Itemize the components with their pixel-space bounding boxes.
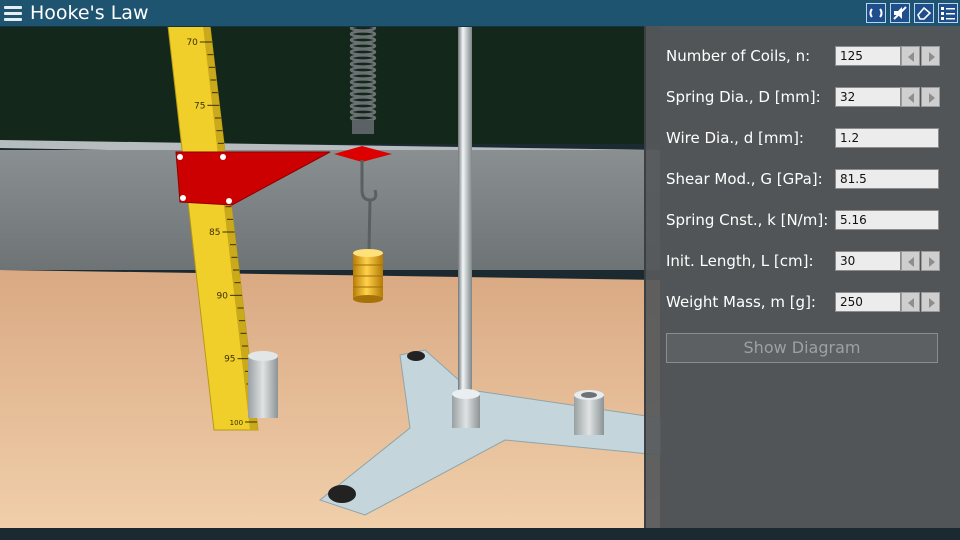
field-label: Number of Coils, n:	[666, 47, 811, 65]
show-diagram-button[interactable]: Show Diagram	[666, 333, 938, 363]
increment-button[interactable]	[921, 292, 940, 312]
table-top	[0, 270, 660, 528]
arrow-right-icon	[929, 52, 935, 62]
weight-mass-stepper	[901, 292, 940, 312]
arrow-left-icon	[908, 52, 914, 62]
field-row-initial-length: Init. Length, L [cm]:	[666, 250, 956, 272]
increment-button[interactable]	[921, 251, 940, 271]
arrow-right-icon	[929, 298, 935, 308]
number-of-coils-input[interactable]	[835, 46, 901, 66]
field-label: Spring Cnst., k [N/m]:	[666, 211, 829, 229]
ruler-tick-label: 70	[186, 38, 198, 48]
stand-collar	[452, 394, 480, 428]
wire-diameter-input[interactable]	[835, 128, 939, 148]
ruler-tick-label: 95	[224, 355, 235, 365]
increment-button[interactable]	[921, 87, 940, 107]
field-label: Shear Mod., G [GPa]:	[666, 170, 823, 188]
arrow-right-icon	[929, 93, 935, 103]
parameter-panel: Number of Coils, n: Spring Dia., D [mm]:…	[644, 26, 960, 528]
field-row-spring-constant: Spring Cnst., k [N/m]:	[666, 209, 956, 231]
hanging-weight[interactable]	[353, 249, 383, 303]
support-cylinder	[248, 356, 278, 418]
number-of-coils-stepper	[901, 46, 940, 66]
initial-length-input[interactable]	[835, 251, 901, 271]
ruler-tick-label: 90	[217, 291, 229, 301]
shear-modulus-input[interactable]	[835, 169, 939, 189]
decrement-button[interactable]	[901, 87, 920, 107]
field-row-wire-diameter: Wire Dia., d [mm]:	[666, 127, 956, 149]
refresh-icon[interactable]	[866, 3, 886, 23]
ruler-tick-label: 75	[194, 101, 205, 111]
chalkboard	[0, 26, 660, 144]
field-label: Spring Dia., D [mm]:	[666, 88, 821, 106]
decrement-button[interactable]	[901, 251, 920, 271]
wall	[0, 150, 660, 270]
spring-hook-block	[352, 120, 374, 134]
hamburger-menu-icon[interactable]	[4, 4, 22, 22]
decrement-button[interactable]	[901, 46, 920, 66]
field-row-shear-modulus: Shear Mod., G [GPa]:	[666, 168, 956, 190]
spring-diameter-stepper	[901, 87, 940, 107]
weight-mass-input[interactable]	[835, 292, 901, 312]
list-icon[interactable]	[938, 3, 958, 23]
stand-rod	[458, 26, 472, 396]
field-row-weight-mass: Weight Mass, m [g]:	[666, 291, 956, 313]
ruler-tick-label: 100	[230, 419, 243, 427]
field-row-spring-diameter: Spring Dia., D [mm]:	[666, 86, 956, 108]
field-label: Init. Length, L [cm]:	[666, 252, 814, 270]
field-row-number-of-coils: Number of Coils, n:	[666, 45, 956, 67]
spring-diameter-input[interactable]	[835, 87, 901, 107]
sound-off-icon[interactable]	[890, 3, 910, 23]
field-label: Wire Dia., d [mm]:	[666, 129, 804, 147]
increment-button[interactable]	[921, 46, 940, 66]
arrow-left-icon	[908, 257, 914, 267]
decrement-button[interactable]	[901, 292, 920, 312]
spring-constant-input[interactable]	[835, 210, 939, 230]
field-label: Weight Mass, m [g]:	[666, 293, 816, 311]
ruler-tick-label: 85	[209, 228, 220, 238]
arrow-left-icon	[908, 93, 914, 103]
title-bar: Hooke's Law	[0, 0, 960, 27]
initial-length-stepper	[901, 251, 940, 271]
arrow-right-icon	[929, 257, 935, 267]
arrow-left-icon	[908, 298, 914, 308]
eraser-icon[interactable]	[914, 3, 934, 23]
app-title: Hooke's Law	[30, 2, 149, 24]
